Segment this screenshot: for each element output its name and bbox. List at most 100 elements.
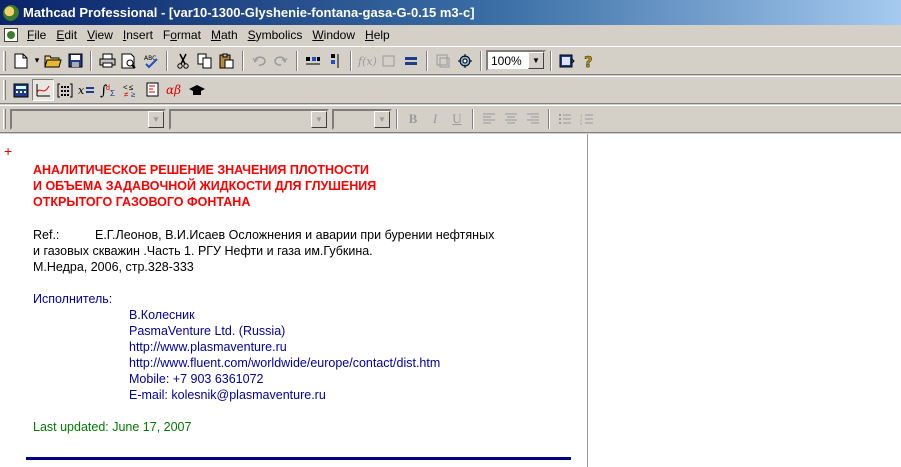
- insert-function-icon[interactable]: f(x): [356, 50, 378, 72]
- executor-mobile: Mobile: +7 903 6361072: [129, 372, 264, 386]
- zoom-dropdown-arrow-icon[interactable]: ▼: [528, 52, 544, 69]
- executor-fluent-link: http://www.fluent.com/worldwide/europe/c…: [129, 356, 441, 370]
- symbolic-palette-icon[interactable]: [186, 79, 208, 101]
- style-dropdown-arrow-icon[interactable]: ▼: [148, 110, 164, 128]
- toolbar-separator: [548, 109, 550, 129]
- menu-symbolics[interactable]: Symbolics: [243, 26, 308, 44]
- calculator-palette-icon[interactable]: [10, 79, 32, 101]
- mathcad-app-icon[interactable]: [3, 4, 19, 21]
- executor-email: E-mail: kolesnik@plasmaventure.ru: [129, 388, 326, 402]
- menu-help[interactable]: Help: [360, 26, 395, 44]
- new-dropdown-arrow-icon[interactable]: ▾: [32, 55, 42, 66]
- zoom-value: 100%: [491, 53, 522, 68]
- print-icon[interactable]: [96, 50, 118, 72]
- cut-scissors-icon[interactable]: [172, 50, 194, 72]
- component-wizard-icon[interactable]: [432, 50, 454, 72]
- executor-label: Исполнитель:: [33, 292, 113, 306]
- svg-text:Σ: Σ: [110, 89, 115, 98]
- programming-palette-icon[interactable]: [142, 79, 164, 101]
- executor-name: В.Колесник: [129, 308, 195, 322]
- menu-file[interactable]: File: [22, 26, 51, 44]
- menu-format[interactable]: Format: [158, 26, 206, 44]
- standard-toolbar: ▾ ABC f(x) 100% ▼ ?: [0, 46, 901, 75]
- formatting-toolbar: ▼ ▼ ▼ B I U 123: [0, 105, 901, 133]
- toolbar-separator: [90, 50, 92, 71]
- toolbar-separator: [350, 50, 352, 71]
- font-size-select[interactable]: ▼: [332, 108, 392, 130]
- menu-view[interactable]: View: [82, 26, 118, 44]
- svg-text:f(x): f(x): [358, 55, 376, 68]
- menu-edit[interactable]: Edit: [51, 26, 82, 44]
- align-left-icon[interactable]: [478, 108, 500, 130]
- matrix-palette-icon[interactable]: [54, 79, 76, 101]
- numbering-icon[interactable]: 123: [576, 108, 598, 130]
- font-dropdown-arrow-icon[interactable]: ▼: [311, 110, 327, 128]
- svg-text:≥: ≥: [131, 90, 136, 98]
- svg-text:x: x: [78, 84, 85, 97]
- underline-icon[interactable]: U: [446, 108, 468, 130]
- copy-icon[interactable]: [194, 50, 216, 72]
- resource-center-icon[interactable]: [556, 50, 578, 72]
- svg-text:αβ: αβ: [166, 83, 181, 97]
- bullets-icon[interactable]: [554, 108, 576, 130]
- toolbar-separator: [472, 109, 474, 129]
- svg-text:3: 3: [580, 121, 583, 125]
- toolbar-separator: [550, 50, 552, 71]
- toolbar-separator: [166, 50, 168, 71]
- boolean-palette-icon[interactable]: < ≤ ≠ ≥: [120, 79, 142, 101]
- document-icon[interactable]: [4, 28, 18, 42]
- menu-math[interactable]: Math: [206, 26, 243, 44]
- page-boundary: [587, 134, 588, 467]
- math-toolbar: x ∫ d Σ < ≤ ≠ ≥ αβ: [0, 76, 901, 104]
- svg-text:≠: ≠: [124, 90, 129, 98]
- run-script-icon[interactable]: [454, 50, 476, 72]
- executor-company: PasmaVenture Ltd. (Russia): [129, 324, 286, 338]
- document-heading[interactable]: АНАЛИТИЧЕСКОЕ РЕШЕНИЕ ЗНАЧЕНИЯ ПЛОТНОСТИ…: [33, 162, 376, 210]
- executor-block[interactable]: Исполнитель: В.Колесник PasmaVenture Ltd…: [33, 291, 440, 403]
- align-across-icon[interactable]: [302, 50, 324, 72]
- toolbar-grip[interactable]: [3, 80, 6, 100]
- print-preview-icon[interactable]: [118, 50, 140, 72]
- spell-check-icon[interactable]: ABC: [140, 50, 162, 72]
- new-document-icon[interactable]: [10, 50, 32, 72]
- paste-clipboard-icon[interactable]: [216, 50, 238, 72]
- align-down-icon[interactable]: [324, 50, 346, 72]
- toolbar-grip[interactable]: [3, 50, 6, 71]
- svg-text:?: ?: [584, 53, 593, 69]
- style-select[interactable]: ▼: [10, 108, 166, 130]
- worksheet[interactable]: + АНАЛИТИЧЕСКОЕ РЕШЕНИЕ ЗНАЧЕНИЯ ПЛОТНОС…: [0, 134, 901, 467]
- menu-insert[interactable]: Insert: [118, 26, 158, 44]
- evaluation-palette-icon[interactable]: x: [76, 79, 98, 101]
- zoom-select[interactable]: 100% ▼: [486, 50, 546, 71]
- bold-icon[interactable]: B: [402, 108, 424, 130]
- align-center-icon[interactable]: [500, 108, 522, 130]
- calculus-palette-icon[interactable]: ∫ d Σ: [98, 79, 120, 101]
- size-dropdown-arrow-icon[interactable]: ▼: [374, 110, 390, 128]
- toolbar-grip[interactable]: [3, 109, 6, 129]
- italic-icon[interactable]: I: [424, 108, 446, 130]
- last-updated-text[interactable]: Last updated: June 17, 2007: [33, 419, 191, 435]
- graph-palette-icon[interactable]: [32, 79, 54, 101]
- save-disk-icon[interactable]: [64, 50, 86, 72]
- insert-unit-icon[interactable]: [378, 50, 400, 72]
- redo-icon[interactable]: [270, 50, 292, 72]
- reference-block[interactable]: Ref.: Е.Г.Леонов, В.И.Исаев Осложнения и …: [33, 227, 494, 275]
- align-right-icon[interactable]: [522, 108, 544, 130]
- crosshair-cursor: +: [4, 143, 13, 159]
- open-folder-icon[interactable]: [42, 50, 64, 72]
- toolbar-separator: [426, 50, 428, 71]
- reference-label: Ref.:: [33, 228, 60, 242]
- font-select[interactable]: ▼: [169, 108, 329, 130]
- toolbar-separator: [242, 50, 244, 71]
- title-bar: Mathcad Professional - [var10-1300-Glysh…: [0, 0, 901, 25]
- horizontal-rule: [26, 457, 571, 460]
- toolbar-separator: [480, 50, 482, 71]
- help-question-icon[interactable]: ?: [578, 50, 600, 72]
- toolbar-separator: [396, 109, 398, 129]
- undo-icon[interactable]: [248, 50, 270, 72]
- calculate-equals-icon[interactable]: [400, 50, 422, 72]
- toolbar-separator: [296, 50, 298, 71]
- menu-bar: File Edit View Insert Format Math Symbol…: [0, 25, 901, 45]
- menu-window[interactable]: Window: [307, 26, 360, 44]
- greek-palette-icon[interactable]: αβ: [164, 79, 186, 101]
